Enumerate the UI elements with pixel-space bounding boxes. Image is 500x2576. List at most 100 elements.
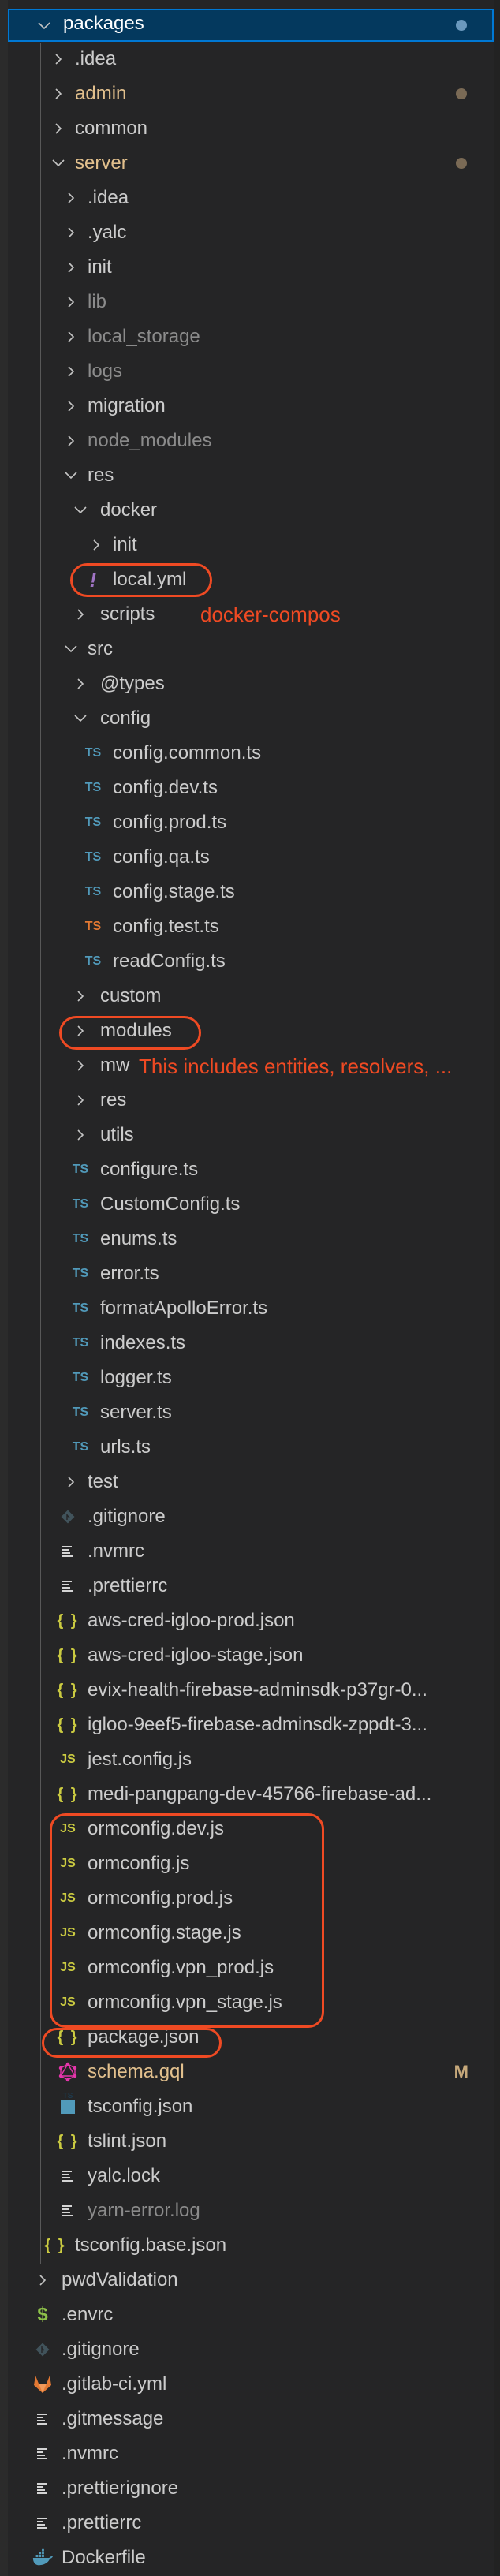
tree-folder-row[interactable]: .yalc [8, 215, 494, 250]
tree-file-row[interactable]: { } aws-cred-igloo-stage.json [8, 1638, 494, 1673]
chevron-right-icon[interactable] [65, 354, 81, 389]
chevron-down-icon[interactable] [73, 493, 89, 528]
chevron-right-icon[interactable] [65, 1465, 81, 1499]
chevron-down-icon[interactable] [64, 632, 80, 666]
chevron-right-icon[interactable] [65, 181, 81, 215]
tree-folder-row[interactable]: init [8, 250, 494, 285]
tree-file-row[interactable]: TS indexes.ts [8, 1326, 494, 1361]
tree-file-row[interactable]: TS server.ts [8, 1395, 494, 1430]
tree-file-row[interactable]: TS urls.ts [8, 1430, 494, 1465]
chevron-right-icon[interactable] [65, 285, 81, 319]
tree-folder-row[interactable]: res [8, 458, 494, 493]
chevron-right-icon[interactable] [65, 250, 81, 285]
chevron-right-icon[interactable] [91, 528, 106, 562]
tree-file-row[interactable]: yarn-error.log [8, 2193, 494, 2228]
tree-file-row[interactable]: JS ormconfig.dev.js [8, 1812, 494, 1846]
chevron-right-icon[interactable] [65, 389, 81, 424]
chevron-right-icon[interactable] [75, 979, 91, 1014]
chevron-right-icon[interactable] [75, 1083, 91, 1118]
tree-file-row[interactable]: { } medi-pangpang-dev-45766-firebase-ad..… [8, 1777, 494, 1812]
tree-file-row[interactable]: { } aws-cred-igloo-prod.json [8, 1603, 494, 1638]
tree-file-row[interactable]: JS ormconfig.vpn_stage.js [8, 1985, 494, 2020]
tree-file-row[interactable]: TS CustomConfig.ts [8, 1187, 494, 1222]
chevron-right-icon[interactable] [75, 1118, 91, 1152]
tree-file-row[interactable]: TS config.stage.ts [8, 875, 494, 909]
chevron-right-icon[interactable] [75, 666, 91, 701]
tree-file-row[interactable]: TS logger.ts [8, 1361, 494, 1395]
chevron-right-icon[interactable] [65, 215, 81, 250]
tree-file-row[interactable]: TS config.test.ts [8, 909, 494, 944]
tree-folder-row[interactable]: local_storage [8, 319, 494, 354]
tree-file-row[interactable]: .gitignore [8, 1499, 494, 1534]
tree-folder-row[interactable]: modules [8, 1014, 494, 1048]
tree-folder-row[interactable]: utils [8, 1118, 494, 1152]
chevron-down-icon[interactable] [37, 9, 53, 43]
tree-file-row[interactable]: .gitlab-ci.yml [8, 2367, 494, 2402]
tree-file-row[interactable]: JS ormconfig.prod.js [8, 1881, 494, 1916]
tree-file-row[interactable]: TS config.prod.ts [8, 805, 494, 840]
tree-file-row[interactable]: .prettierrc [8, 1569, 494, 1603]
chevron-right-icon[interactable] [37, 2263, 53, 2298]
tree-folder-row[interactable]: logs [8, 354, 494, 389]
chevron-right-icon[interactable] [53, 42, 69, 77]
tree-file-row[interactable]: .nvmrc [8, 2436, 494, 2471]
chevron-right-icon[interactable] [75, 1048, 91, 1083]
tree-folder-row[interactable]: test [8, 1465, 494, 1499]
tree-folder-row[interactable]: .idea [8, 42, 494, 77]
tree-folder-row[interactable]: server [8, 146, 494, 181]
tree-file-row[interactable]: TS config.common.ts [8, 736, 494, 771]
tree-file-row[interactable]: JS ormconfig.js [8, 1846, 494, 1881]
chevron-right-icon[interactable] [53, 111, 69, 146]
tree-file-row[interactable]: { } tsconfig.base.json [8, 2228, 494, 2263]
chevron-right-icon[interactable] [65, 319, 81, 354]
tree-file-row[interactable]: TS error.ts [8, 1256, 494, 1291]
tree-file-row[interactable]: ! local.yml [8, 562, 494, 597]
tree-file-row[interactable]: TS config.qa.ts [8, 840, 494, 875]
tree-file-row[interactable]: TS tsconfig.json [8, 2089, 494, 2124]
tree-file-row[interactable]: { } package.json [8, 2020, 494, 2055]
tree-file-row[interactable]: JS ormconfig.stage.js [8, 1916, 494, 1951]
tree-folder-row[interactable]: docker [8, 493, 494, 528]
scrollbar-track[interactable] [494, 0, 500, 2576]
tree-file-row[interactable]: { } evix-health-firebase-adminsdk-p37gr-0… [8, 1673, 494, 1708]
tree-folder-row[interactable]: common [8, 111, 494, 146]
tree-file-row[interactable]: TS configure.ts [8, 1152, 494, 1187]
tree-file-row[interactable]: schema.gql M [8, 2055, 494, 2089]
tree-file-row[interactable]: .prettierrc [8, 2506, 494, 2541]
chevron-down-icon[interactable] [51, 146, 67, 181]
tree-folder-row[interactable]: pwdValidation [8, 2263, 494, 2298]
chevron-right-icon[interactable] [75, 1014, 91, 1048]
tree-folder-row[interactable]: init [8, 528, 494, 562]
tree-file-row[interactable]: $ .envrc [8, 2298, 494, 2332]
chevron-down-icon[interactable] [73, 701, 89, 736]
chevron-right-icon[interactable] [75, 597, 91, 632]
tree-folder-row[interactable]: custom [8, 979, 494, 1014]
tree-folder-row[interactable]: admin [8, 77, 494, 111]
tree-file-row[interactable]: yalc.lock [8, 2159, 494, 2193]
tree-file-row[interactable]: JS ormconfig.vpn_prod.js [8, 1951, 494, 1985]
tree-folder-row[interactable]: node_modules [8, 424, 494, 458]
tree-file-row[interactable]: TS config.dev.ts [8, 771, 494, 805]
tree-folder-row[interactable]: packages [8, 9, 494, 42]
tree-file-row[interactable]: { } tslint.json [8, 2124, 494, 2159]
tree-folder-row[interactable]: @types [8, 666, 494, 701]
tree-file-row[interactable]: Dockerfile [8, 2541, 494, 2575]
chevron-right-icon[interactable] [53, 77, 69, 111]
tree-file-row[interactable]: .gitignore [8, 2332, 494, 2367]
tree-file-row[interactable]: JS jest.config.js [8, 1742, 494, 1777]
tree-folder-row[interactable]: lib [8, 285, 494, 319]
tree-folder-row[interactable]: src [8, 632, 494, 666]
tree-file-row[interactable]: .nvmrc [8, 1534, 494, 1569]
tree-file-row[interactable]: .gitmessage [8, 2402, 494, 2436]
tree-folder-row[interactable]: config [8, 701, 494, 736]
tree-file-row[interactable]: TS readConfig.ts [8, 944, 494, 979]
tree-folder-row[interactable]: .idea [8, 181, 494, 215]
chevron-right-icon[interactable] [65, 424, 81, 458]
tree-folder-row[interactable]: migration [8, 389, 494, 424]
tree-file-row[interactable]: TS formatApolloError.ts [8, 1291, 494, 1326]
tree-file-row[interactable]: .prettierignore [8, 2471, 494, 2506]
tree-file-row[interactable]: { } igloo-9eef5-firebase-adminsdk-zppdt-3… [8, 1708, 494, 1742]
chevron-down-icon[interactable] [64, 458, 80, 493]
tree-folder-row[interactable]: res [8, 1083, 494, 1118]
tree-file-row[interactable]: TS enums.ts [8, 1222, 494, 1256]
